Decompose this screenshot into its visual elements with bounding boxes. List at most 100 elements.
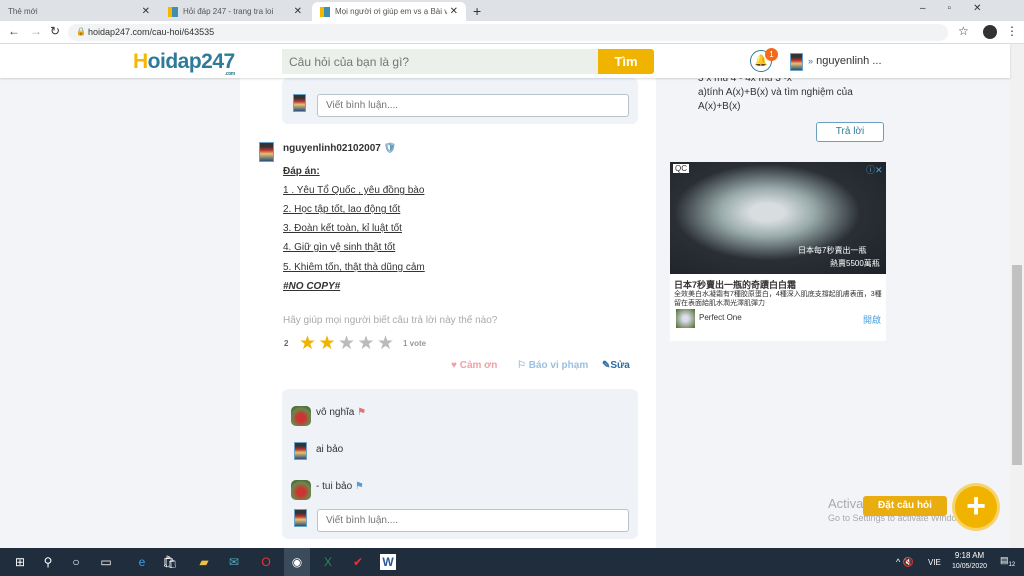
username: nguyenlinh ...	[816, 55, 882, 67]
edit-button[interactable]: ✎Sửa	[602, 360, 630, 371]
ad-close-icon[interactable]: ⓘ✕	[866, 163, 883, 176]
advertisement[interactable]: QC ⓘ✕ 日本每7秒賣出一瓶 熱賣5500萬瓶 日本7秒賣出一瓶的奇蹟白白霜 …	[670, 162, 886, 341]
excel-icon[interactable]: X	[320, 554, 336, 570]
user-menu[interactable]: » nguyenlinh ...	[808, 55, 882, 67]
star-icon[interactable]: ☆	[958, 24, 969, 38]
logo-sub: .com	[225, 71, 235, 77]
ad-open-link[interactable]: 開啟	[863, 313, 881, 326]
comment-text: ai bảo	[316, 444, 344, 455]
report-label: Báo vi phạm	[528, 360, 589, 371]
answer-line: 1 . Yêu Tổ Quốc , yêu đồng bào	[283, 185, 425, 196]
site-header: Hoidap247.com Tìm 🔔 1 » nguyenlinh ...	[0, 44, 1010, 78]
site-icon	[168, 6, 178, 17]
answer-line: 5. Khiêm tốn, thật thà dũng cảm	[283, 262, 425, 273]
forward-icon[interactable]: →	[30, 24, 42, 38]
profile-avatar[interactable]	[983, 25, 997, 39]
ad-brand-logo	[676, 309, 695, 328]
date: 10/05/2020	[952, 563, 988, 570]
star-icon[interactable]: ★	[319, 332, 336, 355]
thanks-label: Cảm ơn	[459, 360, 498, 371]
taskbar: ⊞ ⚲ ○ ▭ e 🛍 ▰ ✉ O ◉ X ✔ W ^ 🔇 VIE 9:18 A…	[0, 548, 1024, 576]
avatar	[293, 94, 306, 112]
notification-count: 12	[1008, 561, 1016, 568]
app-icon[interactable]: ✔	[350, 554, 366, 570]
store-icon[interactable]: 🛍	[162, 554, 178, 570]
word-icon[interactable]: W	[380, 554, 396, 570]
avatar	[291, 406, 311, 426]
reply-button[interactable]: Trả lời	[816, 122, 884, 142]
badge-icon: 🛡	[383, 143, 397, 154]
language[interactable]: VIE	[928, 558, 941, 567]
question-line: A(x)+B(x)	[698, 101, 741, 112]
comment-text: - tui bảo ⚑	[316, 481, 364, 492]
star-icon[interactable]: ★	[377, 332, 394, 355]
avatar	[294, 509, 307, 527]
tab-question[interactable]: Mọi người ơi giúp em vs ạ Bài vă ✕	[312, 2, 466, 21]
cortana-icon[interactable]: ○	[68, 554, 84, 570]
ad-caption: 日本每7秒賣出一瓶	[798, 246, 867, 255]
url-input[interactable]: 🔒 hoidap247.com/cau-hoi/643535	[68, 24, 948, 41]
author-avatar[interactable]	[259, 142, 274, 162]
window-controls[interactable]: –▫✕	[920, 3, 1004, 14]
tab-hoidap[interactable]: Hỏi đáp 247 - trang tra loi ✕	[160, 2, 310, 21]
star-icon[interactable]: ★	[338, 332, 355, 355]
question-line: a)tính A(x)+B(x) và tìm nghiệm của	[698, 87, 853, 98]
logo[interactable]: Hoidap247 .com	[133, 50, 235, 77]
flag-icon[interactable]: ⚑	[357, 407, 366, 418]
comment-input[interactable]	[317, 509, 629, 532]
lock-icon: 🔒	[76, 27, 86, 36]
avatar	[294, 442, 307, 460]
chrome-icon[interactable]: ◉	[284, 548, 310, 576]
answer-line: 2. Học tập tốt, lao động tốt	[283, 204, 401, 215]
browser-tab-bar: Thẻ mới ✕ Hỏi đáp 247 - trang tra loi ✕ Mọ…	[0, 0, 1024, 21]
search-button[interactable]: Tìm	[598, 49, 654, 74]
close-icon[interactable]: ✕	[142, 6, 150, 17]
edge-icon[interactable]: e	[134, 554, 150, 570]
opera-icon[interactable]: O	[258, 554, 274, 570]
scrollbar-thumb[interactable]	[1012, 265, 1022, 465]
star-icon[interactable]: ★	[299, 332, 316, 355]
ask-question-button[interactable]: +	[955, 486, 997, 528]
heart-icon: ♥	[451, 360, 457, 371]
close-icon[interactable]: ✕	[450, 6, 458, 17]
ask-question-label[interactable]: Đặt câu hỏi	[863, 496, 947, 516]
mail-icon[interactable]: ✉	[226, 554, 242, 570]
vote-count: 1 vote	[403, 339, 427, 348]
menu-icon[interactable]: ⋮	[1006, 24, 1018, 38]
flag-icon: ⚐	[517, 360, 526, 371]
tray-icons[interactable]: ^ 🔇	[896, 557, 914, 568]
file-explorer-icon[interactable]: ▰	[196, 554, 212, 570]
notification-center-icon[interactable]: ▤12	[1000, 555, 1015, 568]
task-view-icon[interactable]: ▭	[98, 554, 114, 570]
site-icon	[320, 6, 330, 17]
comment-input[interactable]	[317, 94, 629, 117]
tab-title: Mọi người ơi giúp em vs ạ Bài vă	[335, 7, 447, 16]
author-name-text: nguyenlinh02102007	[283, 143, 381, 154]
report-button[interactable]: ⚐ Báo vi phạm	[517, 360, 588, 371]
search-input[interactable]	[282, 49, 600, 74]
flag-icon[interactable]: ⚑	[355, 481, 364, 492]
answer-footer: #NO COPY#	[283, 281, 341, 292]
reload-icon[interactable]: ↻	[50, 24, 60, 38]
windows-start-icon[interactable]: ⊞	[12, 554, 28, 570]
star-icon[interactable]: ★	[358, 332, 375, 355]
comment-text: vô nghĩa ⚑	[316, 407, 366, 418]
back-icon[interactable]: ←	[8, 24, 20, 38]
avatar[interactable]	[790, 53, 803, 71]
clock[interactable]: 9:18 AM 10/05/2020	[952, 551, 987, 570]
related-question-text: 3 x mũ 4 - 4x mũ 3 -x a)tính A(x)+B(x) v…	[698, 72, 853, 114]
answer-heading: Đáp án:	[283, 166, 320, 177]
answer-line: 4. Giữ gìn vệ sinh thật tốt	[283, 242, 396, 253]
new-tab-button[interactable]: +	[473, 3, 481, 19]
close-icon[interactable]: ✕	[294, 6, 302, 17]
comments-box: vô nghĩa ⚑ ai bảo - tui bảo ⚑	[282, 389, 638, 539]
notification-badge: 1	[765, 48, 778, 61]
rating-value: 2	[284, 339, 289, 348]
tab-new[interactable]: Thẻ mới ✕	[0, 2, 158, 21]
ad-label: QC	[673, 164, 689, 173]
thanks-button[interactable]: ♥ Cảm ơn	[451, 360, 497, 371]
ad-caption: 熱賣5500萬瓶	[830, 259, 880, 268]
search-icon[interactable]: ⚲	[40, 554, 56, 570]
author-name[interactable]: nguyenlinh02102007 🛡	[283, 143, 396, 154]
url-text: hoidap247.com/cau-hoi/643535	[88, 27, 215, 37]
